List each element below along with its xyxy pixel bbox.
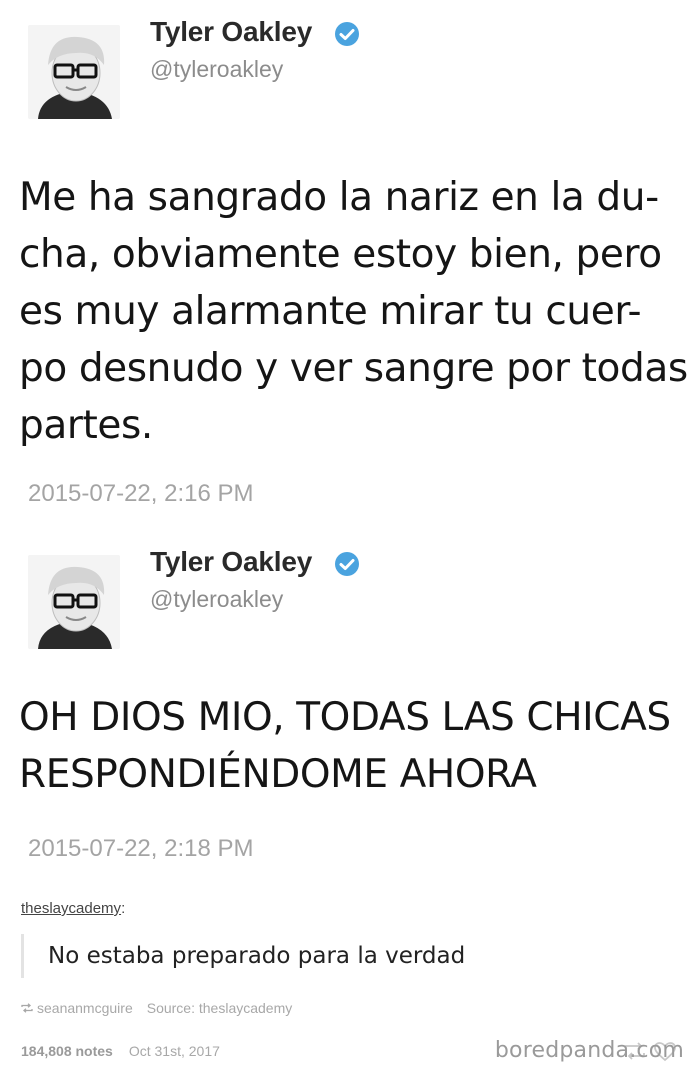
reblog-username-link[interactable]: theslaycademy	[21, 900, 121, 917]
source-link[interactable]: Source: theslaycademy	[147, 1000, 293, 1016]
tweet-author-name[interactable]: Tyler Oakley	[150, 16, 312, 48]
reblog-icon	[21, 1003, 33, 1013]
post-notes-row: 184,808 notes Oct 31st, 2017	[21, 1043, 220, 1059]
reblog-quote: No estaba preparado para la verdad	[21, 934, 465, 978]
verified-badge-icon	[335, 552, 359, 576]
post-source-row: seananmcguire Source: theslaycademy	[21, 1000, 306, 1016]
reblogged-from-label: seananmcguire	[37, 1000, 133, 1016]
avatar[interactable]	[28, 25, 120, 119]
tweet-text: Me ha sangrado la nariz en la du- cha, o…	[19, 175, 688, 448]
tweet-author-handle[interactable]: @tyleroakley	[150, 56, 283, 83]
tweet-author-handle[interactable]: @tyleroakley	[150, 586, 283, 613]
post-date[interactable]: Oct 31st, 2017	[129, 1043, 220, 1059]
boredpanda-watermark: boredpanda.com	[494, 1038, 684, 1063]
tweet-text: OH DIOS MIO, TODAS LAS CHICAS RESPONDIÉN…	[19, 695, 671, 797]
tweet-timestamp[interactable]: 2015-07-22, 2:16 PM	[28, 480, 253, 508]
reblog-colon: :	[121, 900, 126, 917]
notes-count[interactable]: 184,808 notes	[21, 1043, 113, 1059]
avatar[interactable]	[28, 555, 120, 649]
verified-badge-icon	[335, 22, 359, 46]
tweet-timestamp[interactable]: 2015-07-22, 2:18 PM	[28, 835, 253, 863]
reblogged-from[interactable]: seananmcguire	[21, 1000, 133, 1016]
reblog-username: theslaycademy:	[21, 900, 125, 917]
tweet-author-name[interactable]: Tyler Oakley	[150, 546, 312, 578]
